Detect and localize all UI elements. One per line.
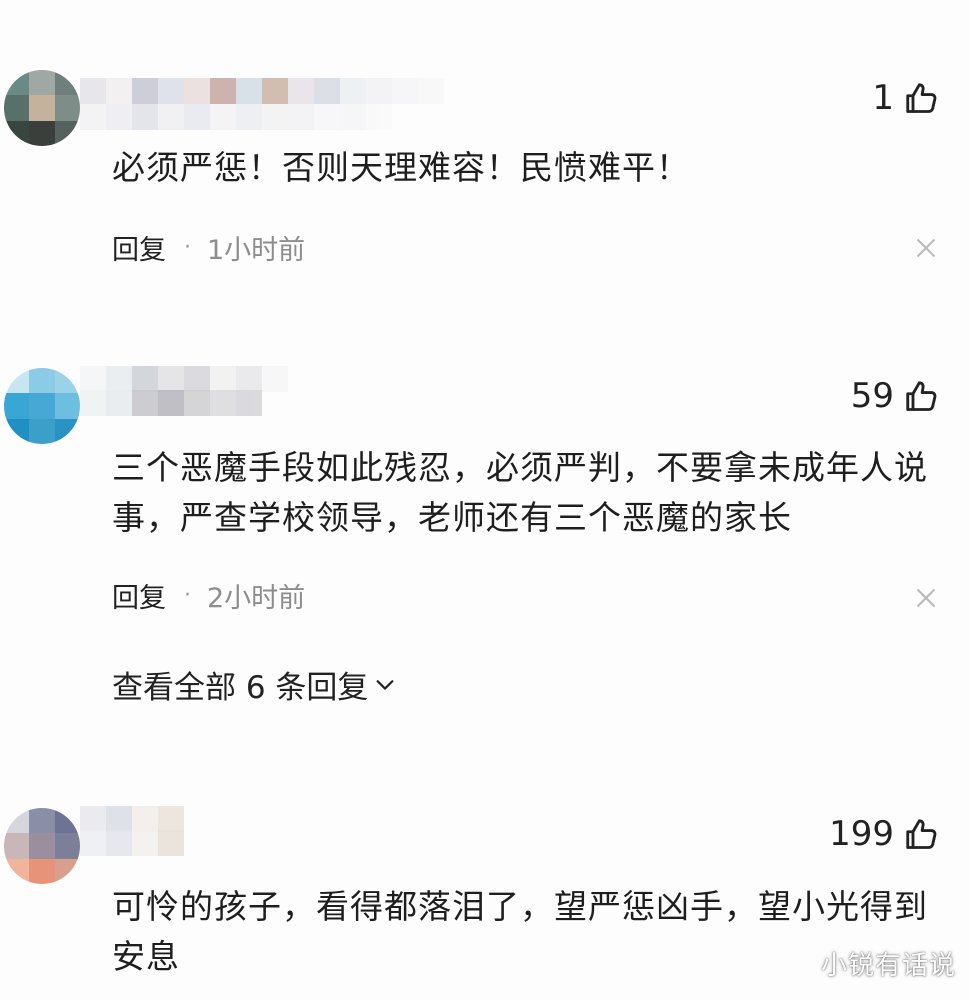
- comment-meta: 回复 · 1小时前: [112, 228, 305, 267]
- like-counter[interactable]: 1: [872, 78, 940, 118]
- username-blurred: [80, 830, 184, 856]
- watermark: 小锐有话说: [820, 951, 956, 981]
- like-count: 1: [872, 78, 894, 118]
- comment-meta: 回复 · 2小时前: [112, 576, 305, 615]
- username-blurred: [80, 78, 444, 104]
- like-count: 199: [829, 814, 894, 854]
- reply-button[interactable]: 回复: [112, 228, 166, 267]
- like-counter[interactable]: 59: [851, 376, 940, 416]
- comment-list: 1 必须严惩！否则天理难容！民愤难平！ 回复 · 1小时前 59 三个恶魔手段如…: [0, 0, 970, 1000]
- chevron-down-icon: [374, 667, 396, 703]
- comment-time: 1小时前: [207, 235, 306, 266]
- avatar[interactable]: [4, 368, 80, 444]
- comment-time: 2小时前: [207, 583, 306, 614]
- like-counter[interactable]: 199: [829, 814, 940, 854]
- avatar[interactable]: [4, 70, 80, 146]
- close-icon[interactable]: [916, 588, 936, 608]
- comment-text: 可怜的孩子，看得都落泪了，望严惩凶手，望小光得到安息: [112, 887, 928, 976]
- comment-text: 必须严惩！否则天理难容！民愤难平！: [112, 148, 690, 187]
- view-all-replies-link[interactable]: 查看全部 6 条回复: [112, 662, 396, 707]
- comment-text: 三个恶魔手段如此残忍，必须严判，不要拿未成年人说事，严查学校领导，老师还有三个恶…: [112, 448, 928, 537]
- view-replies-label: 查看全部 6 条回复: [112, 670, 369, 706]
- username-blurred: [80, 104, 392, 130]
- username-blurred: [80, 366, 288, 392]
- thumbs-up-icon[interactable]: [904, 378, 940, 414]
- separator-dot: ·: [184, 583, 191, 608]
- username-blurred: [80, 390, 262, 416]
- like-count: 59: [850, 376, 894, 416]
- reply-button[interactable]: 回复: [112, 576, 166, 615]
- username-blurred: [80, 806, 184, 832]
- thumbs-up-icon[interactable]: [904, 80, 940, 116]
- close-icon[interactable]: [916, 238, 936, 258]
- avatar[interactable]: [4, 808, 80, 884]
- thumbs-up-icon[interactable]: [904, 816, 940, 852]
- separator-dot: ·: [184, 235, 191, 260]
